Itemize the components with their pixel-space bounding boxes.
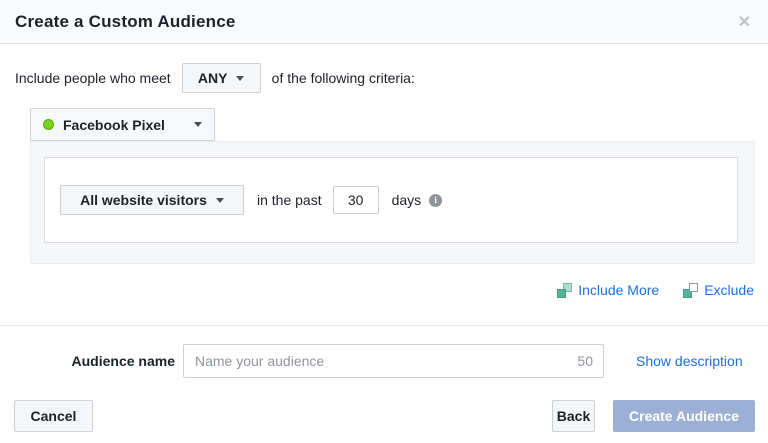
rule-box: All website visitors in the past days i (44, 157, 738, 243)
create-audience-button[interactable]: Create Audience (613, 400, 755, 432)
info-icon[interactable]: i (429, 193, 443, 207)
audience-name-input[interactable] (183, 344, 604, 378)
chevron-down-icon (215, 197, 224, 203)
exclude-link[interactable]: Exclude (683, 282, 754, 298)
close-icon[interactable]: ✕ (734, 0, 755, 43)
audience-name-field-wrap: 50 (183, 344, 604, 378)
dialog-header: Create a Custom Audience (0, 0, 768, 44)
char-count: 50 (577, 353, 593, 369)
chevron-down-icon (236, 75, 245, 81)
match-rule-suffix: of the following criteria: (271, 70, 415, 86)
show-description-link[interactable]: Show description (636, 353, 743, 369)
back-button[interactable]: Back (552, 400, 595, 432)
days-input[interactable] (332, 186, 379, 214)
include-more-label: Include More (578, 282, 660, 298)
include-more-link[interactable]: Include More (557, 282, 659, 298)
audience-name-label: Audience name (71, 353, 175, 369)
chevron-down-icon (194, 122, 202, 127)
include-more-icon (557, 282, 573, 298)
section-divider (0, 325, 768, 326)
exclude-icon (683, 282, 699, 298)
visitor-type-value: All website visitors (80, 192, 207, 208)
pixel-status-icon (43, 119, 54, 130)
pixel-rule-panel: All website visitors in the past days i (30, 141, 755, 264)
criteria-actions-row: Include More Exclude (557, 282, 754, 298)
match-rule-row: Include people who meet ANY of the follo… (15, 63, 415, 93)
exclude-label: Exclude (704, 282, 754, 298)
match-type-value: ANY (197, 70, 228, 86)
match-rule-prefix: Include people who meet (15, 70, 171, 86)
cancel-button[interactable]: Cancel (14, 400, 93, 432)
pixel-source-label: Facebook Pixel (63, 116, 165, 133)
dialog-title: Create a Custom Audience (15, 11, 236, 31)
rule-middle-text: in the past (257, 192, 322, 208)
pixel-source-dropdown[interactable]: Facebook Pixel (30, 108, 215, 141)
days-label: days (391, 192, 422, 208)
visitor-type-dropdown[interactable]: All website visitors (60, 185, 244, 215)
match-type-dropdown[interactable]: ANY (181, 63, 261, 93)
